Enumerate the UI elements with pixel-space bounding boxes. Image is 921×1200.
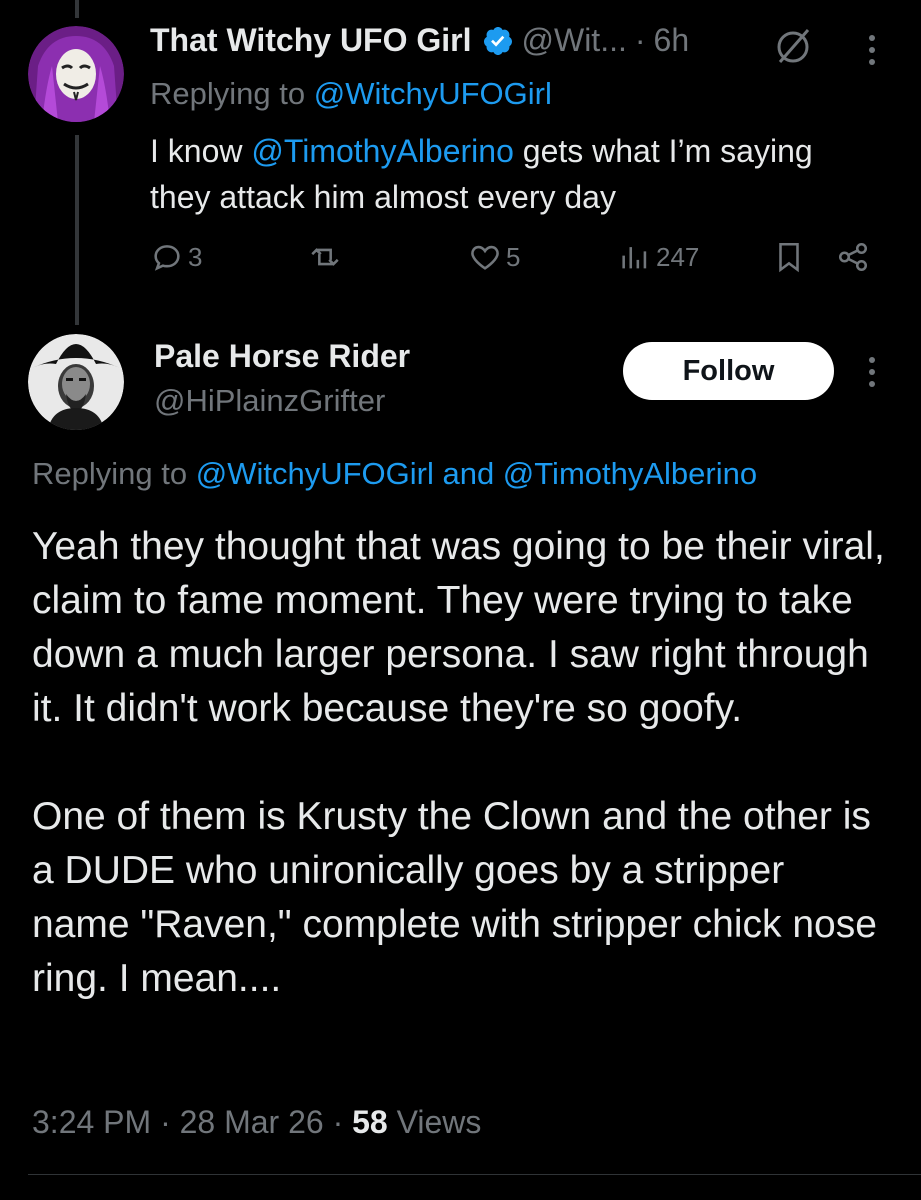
replying-and: and: [433, 456, 503, 491]
reply-button[interactable]: 3: [150, 240, 202, 274]
more-dots-icon[interactable]: [862, 30, 882, 70]
mention-link[interactable]: @WitchyUFOGirl: [196, 456, 434, 491]
separator: ·: [634, 22, 646, 58]
heart-icon: [471, 245, 499, 270]
bookmark-icon: [779, 242, 799, 273]
avatar[interactable]: [28, 334, 124, 430]
views-count: 247: [656, 241, 700, 272]
action-bar: 3 5 247: [150, 240, 880, 280]
like-count: 5: [506, 241, 521, 272]
mention-link[interactable]: @TimothyAlberino: [251, 133, 514, 169]
not-interested-icon[interactable]: [772, 26, 814, 68]
avatar[interactable]: [28, 26, 124, 122]
follow-button[interactable]: Follow: [623, 342, 834, 400]
tweet-text: I know @TimothyAlberino gets what I’m sa…: [150, 128, 850, 220]
replying-to: Replying to @WitchyUFOGirl and @TimothyA…: [32, 456, 757, 492]
verified-badge-icon: [483, 26, 512, 55]
tweet-paragraph: One of them is Krusty the Clown and the …: [32, 795, 877, 1000]
more-dots-icon[interactable]: [862, 352, 882, 392]
repost-icon: [311, 248, 339, 266]
views-button[interactable]: 247: [618, 240, 699, 274]
views-label: Views: [387, 1104, 482, 1140]
views-count: 58: [352, 1104, 388, 1140]
tweet-header: That Witchy UFO Girl @Wit... · 6h: [150, 22, 689, 59]
reply-count: 3: [188, 241, 203, 272]
replying-prefix: Replying to: [150, 76, 314, 111]
views-chart-icon: [622, 247, 647, 269]
divider: [28, 1174, 921, 1175]
mention-link[interactable]: @WitchyUFOGirl: [314, 76, 552, 111]
thread-line: [75, 135, 79, 325]
separator: ·: [151, 1104, 180, 1140]
thread-line: [75, 0, 79, 18]
display-name[interactable]: Pale Horse Rider: [154, 338, 410, 375]
bookmark-button[interactable]: [772, 240, 806, 274]
tweet-meta: 3:24 PM · 28 Mar 26 · 58 Views: [32, 1104, 481, 1141]
post-time[interactable]: 3:24 PM: [32, 1104, 151, 1140]
share-icon: [838, 242, 868, 272]
mention-link[interactable]: @TimothyAlberino: [503, 456, 757, 491]
display-name[interactable]: That Witchy UFO Girl: [150, 22, 472, 59]
replying-prefix: Replying to: [32, 456, 196, 491]
tweet-text-part: I know: [150, 133, 252, 169]
tweet-paragraph: Yeah they thought that was going to be t…: [32, 525, 885, 730]
timestamp[interactable]: 6h: [654, 22, 690, 59]
post-date[interactable]: 28 Mar 26: [180, 1104, 324, 1140]
repost-button[interactable]: [308, 240, 342, 274]
share-button[interactable]: [836, 240, 870, 274]
separator: ·: [323, 1104, 353, 1140]
handle[interactable]: @HiPlainzGrifter: [154, 383, 385, 419]
like-button[interactable]: 5: [468, 240, 520, 274]
handle[interactable]: @Wit...: [522, 22, 627, 59]
tweet-text: Yeah they thought that was going to be t…: [32, 520, 892, 1006]
reply-icon: [154, 245, 180, 271]
replying-to: Replying to @WitchyUFOGirl: [150, 76, 552, 112]
